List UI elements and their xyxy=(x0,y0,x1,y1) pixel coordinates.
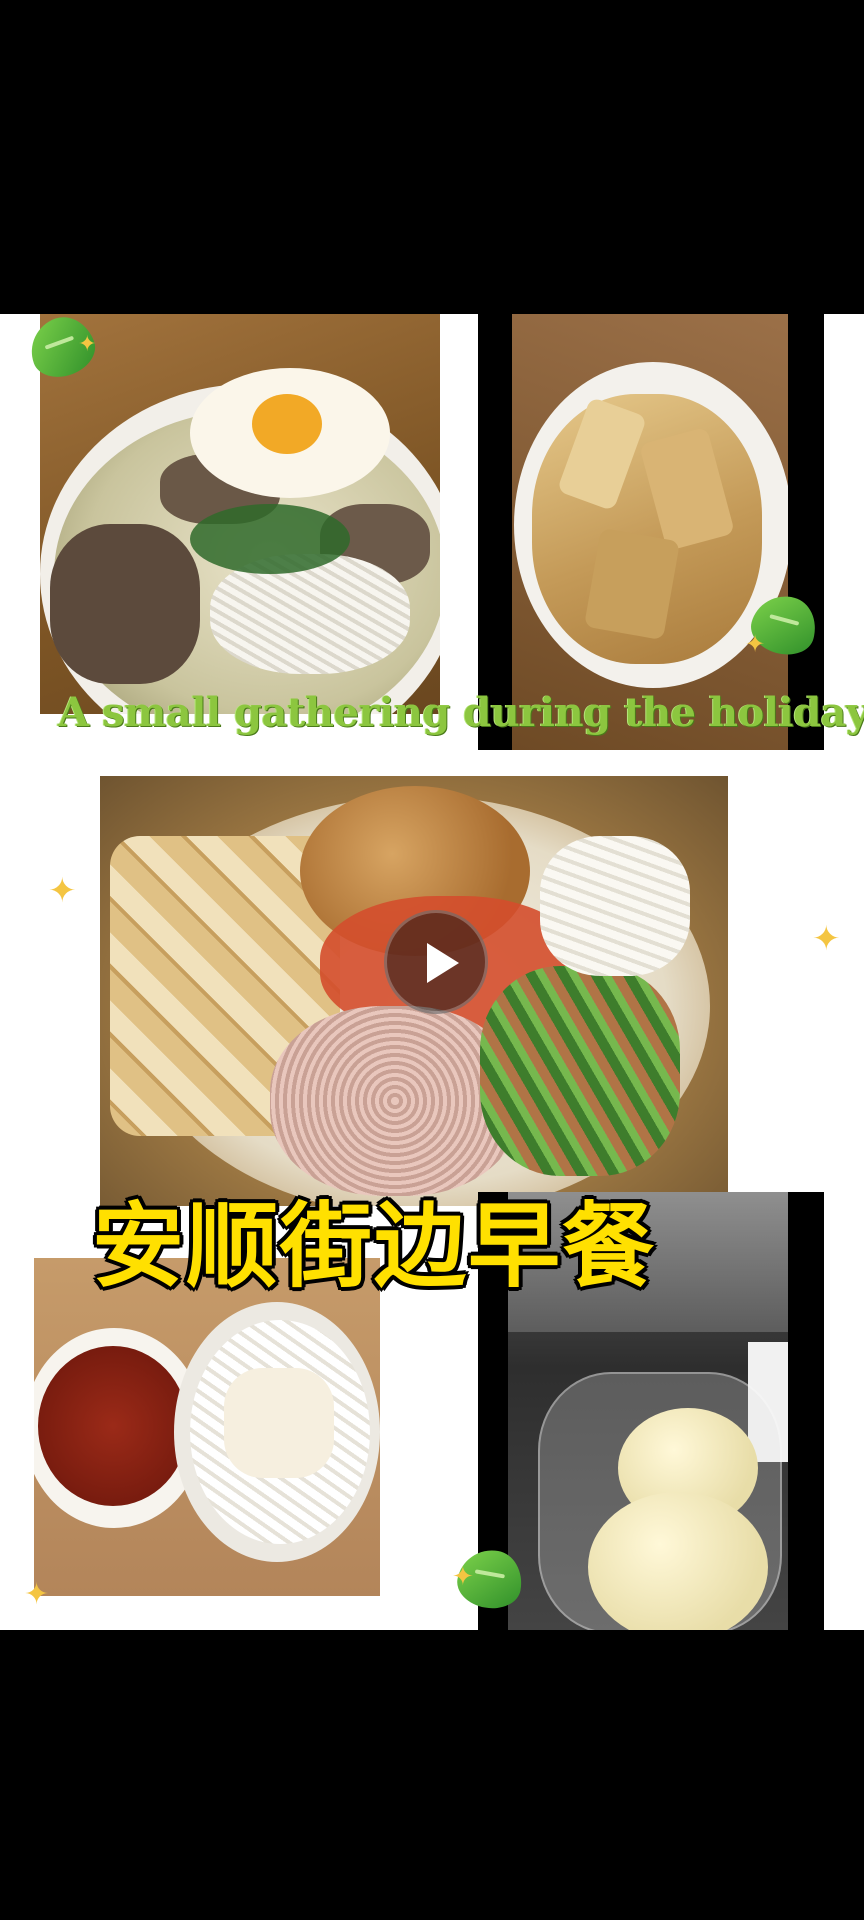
black-divider xyxy=(788,1192,824,1630)
sparkle-icon: ✦ xyxy=(78,332,97,357)
beef-slices xyxy=(50,524,200,684)
rice-noodles xyxy=(540,836,690,976)
photo-fried-fish-bowl xyxy=(512,314,788,750)
english-caption: A small gathering during the holiday xyxy=(58,689,864,736)
play-icon xyxy=(427,943,459,983)
chinese-title: 安顺街边早餐 xyxy=(92,1193,657,1300)
chili-peanut-dip xyxy=(38,1346,188,1506)
egg-yolk xyxy=(252,394,322,454)
photo-plain-noodles-chili-dip xyxy=(34,1258,380,1596)
fish-piece xyxy=(583,527,681,641)
play-button[interactable] xyxy=(384,910,488,1014)
tofu-topping xyxy=(224,1368,334,1478)
rice-noodles xyxy=(210,554,410,674)
sparkle-icon: ✦ xyxy=(48,871,77,911)
sparkle-icon: ✦ xyxy=(24,1577,50,1612)
scallions-peanuts xyxy=(480,966,680,1176)
sparkle-icon: ✦ xyxy=(745,630,766,658)
sparkle-icon: ✦ xyxy=(452,1562,474,1592)
black-divider xyxy=(788,314,824,750)
photo-collage: ✦ ✦ ✦ ✦ ✦ ✦ A small gathering during the… xyxy=(0,314,864,1630)
sparkle-icon: ✦ xyxy=(812,919,841,959)
green-herbs xyxy=(190,504,350,574)
photo-beef-noodle-soup xyxy=(40,314,440,714)
black-divider xyxy=(478,314,512,750)
steamed-bun xyxy=(588,1492,768,1630)
